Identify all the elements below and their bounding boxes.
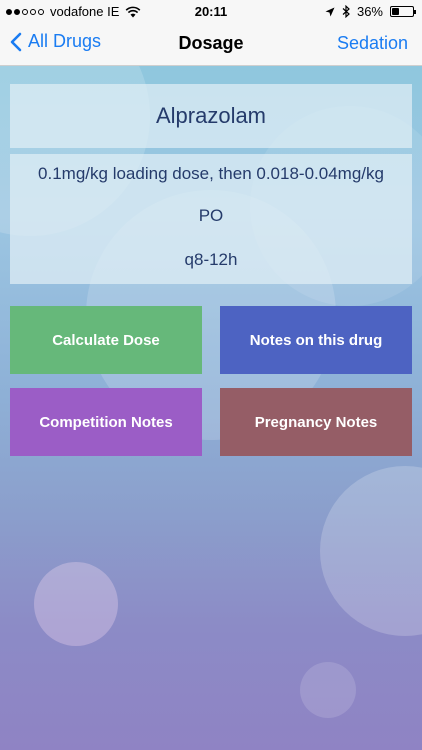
calculate-dose-button[interactable]: Calculate Dose [10, 306, 202, 374]
sedation-button[interactable]: Sedation [337, 33, 408, 54]
dosage-details-card: 0.1mg/kg loading dose, then 0.018-0.04mg… [10, 154, 412, 284]
competition-notes-button[interactable]: Competition Notes [10, 388, 202, 456]
battery-percent: 36% [356, 4, 383, 19]
battery-fill [392, 8, 400, 15]
navigation-bar: All Drugs Dosage Sedation [0, 22, 422, 66]
dose-text: 0.1mg/kg loading dose, then 0.018-0.04mg… [38, 164, 384, 183]
battery-icon [390, 6, 416, 17]
status-right: 36% [325, 4, 416, 19]
background-bokeh [34, 562, 118, 646]
content-area: Alprazolam 0.1mg/kg loading dose, then 0… [0, 66, 422, 750]
frequency-text: q8-12h [184, 250, 238, 269]
drug-notes-button[interactable]: Notes on this drug [220, 306, 412, 374]
chevron-left-icon [10, 32, 22, 51]
drug-name: Alprazolam [155, 103, 267, 128]
location-arrow-icon [325, 7, 335, 16]
back-button[interactable]: All Drugs [10, 31, 101, 52]
status-bar: vodafone IE 20:11 36% [0, 0, 422, 22]
route-text: PO [198, 206, 224, 225]
drug-name-card: Alprazolam [10, 84, 412, 148]
pregnancy-notes-button[interactable]: Pregnancy Notes [220, 388, 412, 456]
back-button-label: All Drugs [28, 31, 102, 51]
bluetooth-icon [342, 5, 350, 18]
background-bokeh [320, 466, 422, 636]
background-bokeh [300, 662, 356, 718]
